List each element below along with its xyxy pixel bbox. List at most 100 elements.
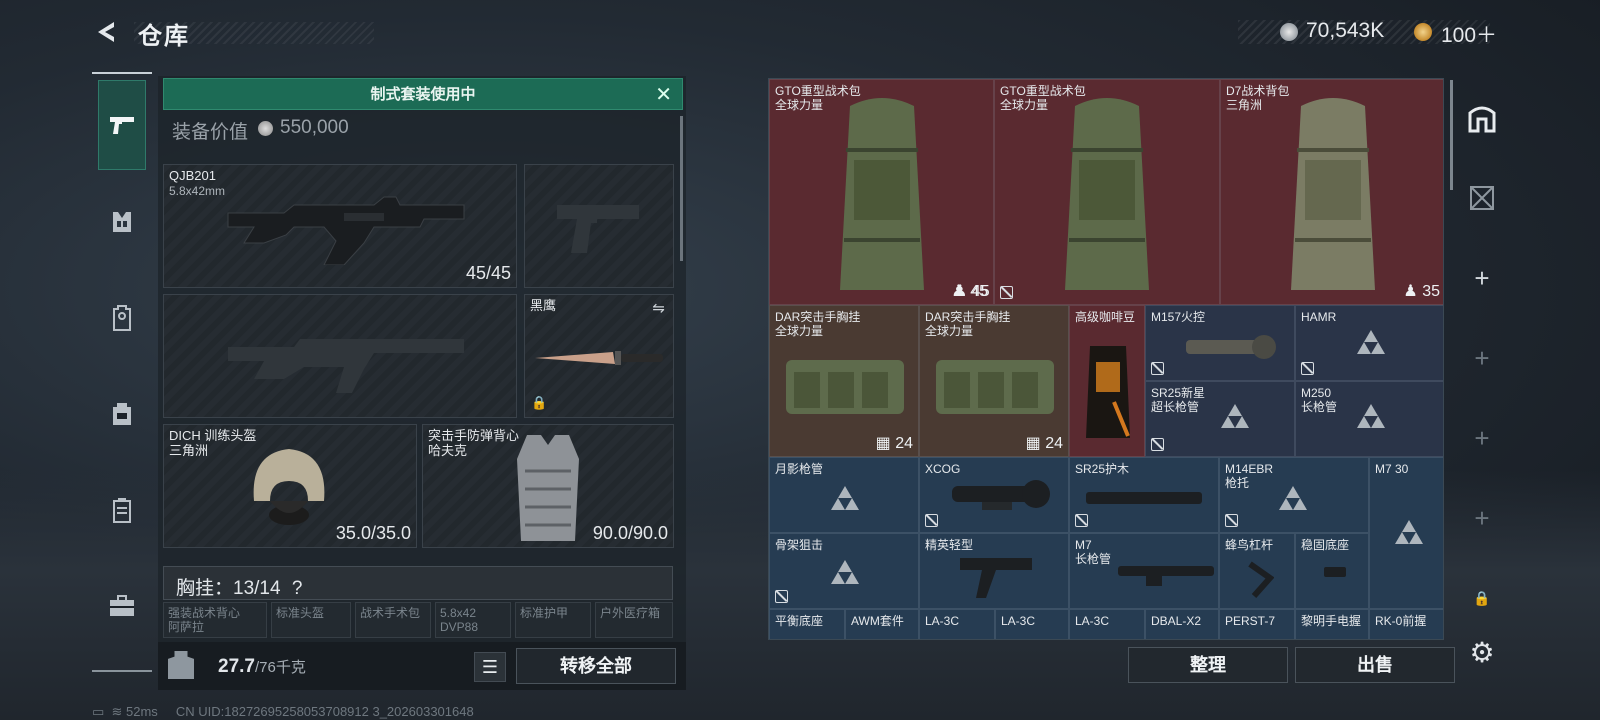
chest-item[interactable]: 标准头盔 xyxy=(271,602,351,638)
item-name: SR25新星 超长枪管 xyxy=(1151,386,1206,414)
nav-weapon-icon[interactable] xyxy=(98,80,146,170)
nav-briefcase-icon[interactable] xyxy=(98,582,146,630)
scrollbar[interactable] xyxy=(680,116,683,261)
swap-icon[interactable]: ⇋ xyxy=(652,299,665,317)
add-stash-icon[interactable]: + xyxy=(1462,498,1502,538)
stash-item-stock[interactable]: 骨架狙击 xyxy=(769,533,919,609)
stash-item-stock[interactable]: M14EBR 枪托 xyxy=(1219,457,1369,533)
nav-case-icon[interactable] xyxy=(98,486,146,534)
add-stash-icon[interactable]: + xyxy=(1462,338,1502,378)
stash-item-lever[interactable]: 蜂鸟杠杆 xyxy=(1219,533,1295,609)
stash-item-mount[interactable]: 稳固底座 xyxy=(1295,533,1369,609)
stash-item-kit[interactable]: AWM套件 xyxy=(845,609,919,639)
stash-item-barrel[interactable]: M250 长枪管 xyxy=(1295,381,1443,457)
stash-item-magazine[interactable]: M7 30 xyxy=(1369,457,1443,609)
item-name: DAR突击手胸挂 xyxy=(925,310,1011,324)
nav-divider-bottom xyxy=(92,670,152,672)
item-name: HAMR xyxy=(1301,310,1337,324)
stash-item-chest-rig[interactable]: DAR突击手胸挂 全球力量 ▦ 24 xyxy=(919,305,1069,457)
primary-weapon-slot[interactable]: QJB201 5.8x42mm 45/45 xyxy=(163,164,517,288)
vest-image xyxy=(517,435,579,541)
chest-item[interactable]: 户外医疗箱 xyxy=(595,602,673,638)
lever-image xyxy=(1248,561,1274,598)
item-name: LA-3C xyxy=(1075,614,1110,628)
equip-value: 550,000 xyxy=(280,117,349,138)
item-name: 高级咖啡豆 xyxy=(1075,310,1136,324)
chest-item[interactable]: 强装战术背心 阿萨拉 xyxy=(163,602,267,638)
page-title: 仓库 xyxy=(138,23,190,50)
stash-item-barrel[interactable]: M7 长枪管 xyxy=(1069,533,1219,609)
add-stash-icon[interactable]: + xyxy=(1462,258,1502,298)
stash-home-icon[interactable] xyxy=(1462,98,1502,138)
stash-item-laser[interactable]: DBAL-X2 xyxy=(1145,609,1219,639)
lock-icon: 🔒 xyxy=(531,395,548,410)
no-picture-icon xyxy=(1301,362,1314,375)
currency-gold[interactable]: 100＋ xyxy=(1441,19,1497,49)
item-name: RK-0前握 xyxy=(1375,614,1427,628)
stash-item-laser[interactable]: LA-3C xyxy=(1069,609,1145,639)
help-icon[interactable]: ? xyxy=(292,578,303,599)
nav-rig-icon[interactable] xyxy=(98,198,146,246)
nav-pouch-icon[interactable] xyxy=(98,390,146,438)
stash-item-optic[interactable]: PERST-7 xyxy=(1219,609,1295,639)
chest-item[interactable]: 战术手术包 xyxy=(355,602,431,638)
chest-rig-bar[interactable]: 胸挂：13/14 ? xyxy=(163,566,673,600)
item-name: 蜂鸟杠杆 xyxy=(1225,538,1274,552)
no-picture-icon xyxy=(1000,286,1013,299)
capacity-value: 24 xyxy=(895,435,913,452)
close-icon[interactable]: ✕ xyxy=(655,85,672,105)
stash-item-laser[interactable]: LA-3C xyxy=(919,609,995,639)
sell-button[interactable]: 出售 xyxy=(1295,647,1455,683)
item-name: SR25护木 xyxy=(1075,462,1130,476)
stash-grid: GTO重型战术包 全球力量 ♟ 45 GTO重型战术包 全球力量 D7战术背包 三角洲… xyxy=(768,78,1444,640)
stash-item-stock[interactable]: 精英轻型 xyxy=(919,533,1069,609)
item-name: DAR突击手胸挂 xyxy=(775,310,861,324)
chest-item[interactable]: 5.8x42 DVP88 xyxy=(435,602,511,638)
stash-item-grip[interactable]: 黎明手电握 xyxy=(1295,609,1369,639)
pistol-slot[interactable] xyxy=(524,164,674,288)
weapon-name: QJB201 xyxy=(169,168,216,183)
item-name: M250 长枪管 xyxy=(1301,386,1338,414)
helmet-brand: 三角洲 xyxy=(169,443,209,458)
helmet-durability: 35.0/35.0 xyxy=(335,523,411,543)
stash-item-handguard[interactable]: SR25护木 xyxy=(1069,457,1219,533)
stash-item-mount[interactable]: 平衡底座 xyxy=(769,609,845,639)
helmet-slot[interactable]: DICH 训练头盔 三角洲 35.0/35.0 xyxy=(163,424,417,548)
stash-item-barrel[interactable]: SR25新星 超长枪管 xyxy=(1145,381,1295,457)
melee-slot[interactable]: 黑鹰 ⇋ 🔒 xyxy=(524,294,674,418)
coin-icon xyxy=(258,121,273,136)
list-view-button[interactable]: ☰ xyxy=(474,652,506,682)
rifle-placeholder-icon xyxy=(228,339,464,393)
gold-coin-icon xyxy=(1414,23,1432,41)
stash-item-backpack[interactable]: GTO重型战术包 全球力量 ♟ 45 xyxy=(769,79,994,305)
stash-item-scope[interactable]: M157火控 xyxy=(1145,305,1295,381)
category-nav xyxy=(92,72,152,672)
add-stash-icon[interactable]: + xyxy=(1462,418,1502,458)
no-picture-icon xyxy=(925,514,938,527)
armor-slot[interactable]: 突击手防弹背心 哈夫克 90.0/90.0 xyxy=(422,424,674,548)
transfer-all-button[interactable]: 转移全部 xyxy=(516,648,676,684)
stash-item-backpack[interactable]: D7战术背包 三角洲 ♟ 35 xyxy=(1220,79,1443,305)
back-arrow-icon[interactable] xyxy=(92,18,120,46)
storage-case-icon[interactable] xyxy=(1462,178,1502,218)
stash-item-grip[interactable]: RK-0前握 xyxy=(1369,609,1443,639)
sort-button[interactable]: 整理 xyxy=(1128,647,1288,683)
ping-value: 52ms xyxy=(126,704,158,719)
chest-item[interactable]: 标准护甲 xyxy=(515,602,591,638)
stash-item-attachment[interactable]: HAMR xyxy=(1295,305,1443,381)
item-capacity: ♟ 45 xyxy=(953,283,990,300)
stash-item-coffee[interactable]: 高级咖啡豆 xyxy=(1069,305,1145,457)
stash-scrollbar[interactable] xyxy=(1450,80,1453,190)
item-name: 精英轻型 xyxy=(925,538,974,552)
secondary-weapon-slot[interactable] xyxy=(163,294,517,418)
item-brand: 全球力量 xyxy=(925,324,974,338)
stash-item-scope[interactable]: XCOG xyxy=(919,457,1069,533)
stash-item-chest-rig[interactable]: DAR突击手胸挂 全球力量 ▦ 24 xyxy=(769,305,919,457)
gear-icon[interactable]: ⚙ xyxy=(1462,632,1502,672)
stash-item-barrel[interactable]: 月影枪管 xyxy=(769,457,919,533)
nav-backpack-icon[interactable] xyxy=(98,294,146,342)
stash-item-laser[interactable]: LA-3C xyxy=(995,609,1069,639)
item-name: LA-3C xyxy=(925,614,960,628)
stash-item-backpack[interactable]: GTO重型战术包 全球力量 xyxy=(994,79,1220,305)
item-name: LA-3C xyxy=(1001,614,1036,628)
